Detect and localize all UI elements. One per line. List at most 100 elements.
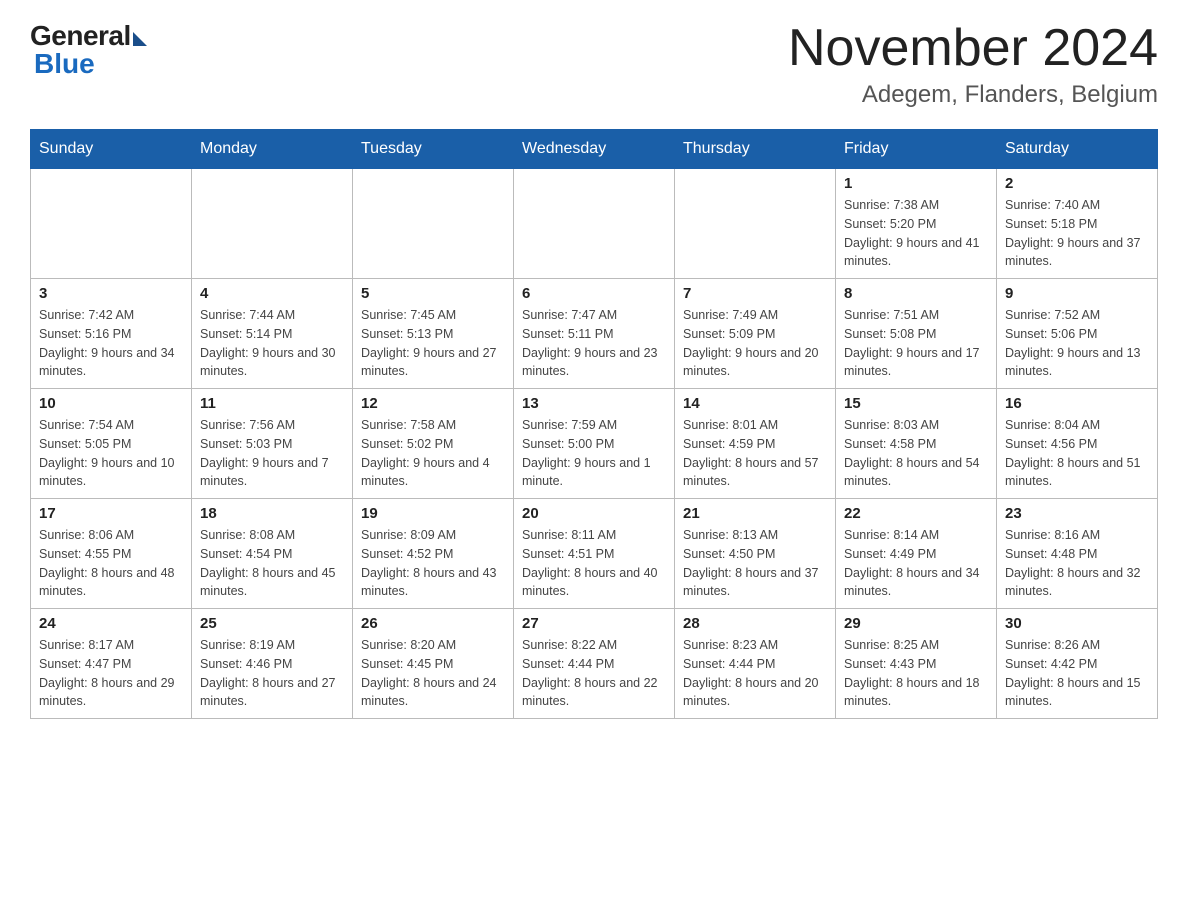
day-info: Sunrise: 8:20 AMSunset: 4:45 PMDaylight:… — [361, 636, 505, 711]
logo-blue-text: Blue — [34, 48, 95, 80]
calendar-cell: 18Sunrise: 8:08 AMSunset: 4:54 PMDayligh… — [192, 499, 353, 609]
day-info: Sunrise: 7:42 AMSunset: 5:16 PMDaylight:… — [39, 306, 183, 381]
day-info: Sunrise: 8:22 AMSunset: 4:44 PMDaylight:… — [522, 636, 666, 711]
day-number: 28 — [683, 615, 827, 632]
calendar-cell: 15 Sunrise: 8:03 AMSunset: 4:58 PMDayligh… — [836, 389, 997, 499]
day-info: Sunrise: 7:40 AMSunset: 5:18 PMDaylight:… — [1005, 196, 1149, 271]
day-info: Sunrise: 8:25 AMSunset: 4:43 PMDaylight:… — [844, 636, 988, 711]
calendar-cell: 6 Sunrise: 7:47 AMSunset: 5:11 PMDaylight… — [514, 279, 675, 389]
logo: General Blue — [30, 20, 147, 80]
day-number: 18 — [200, 505, 344, 522]
day-number: 13 — [522, 395, 666, 412]
week-row-4: 17 Sunrise: 8:06 AMSunset: 4:55 PMDayligh… — [31, 499, 1158, 609]
day-number: 26 — [361, 615, 505, 632]
page-header: General Blue November 2024 Adegem, Fland… — [30, 20, 1158, 109]
week-row-5: 24 Sunrise: 8:17 AMSunset: 4:47 PMDayligh… — [31, 609, 1158, 719]
day-number: 17 — [39, 505, 183, 522]
weekday-header-sunday: Sunday — [31, 130, 192, 169]
calendar-cell — [514, 169, 675, 279]
calendar-cell: 26 Sunrise: 8:20 AMSunset: 4:45 PMDayligh… — [353, 609, 514, 719]
calendar-cell: 20 Sunrise: 8:11 AMSunset: 4:51 PMDayligh… — [514, 499, 675, 609]
day-number: 10 — [39, 395, 183, 412]
calendar-cell: 25 Sunrise: 8:19 AMSunset: 4:46 PMDayligh… — [192, 609, 353, 719]
calendar-cell: 1 Sunrise: 7:38 AMSunset: 5:20 PMDaylight… — [836, 169, 997, 279]
calendar-cell — [192, 169, 353, 279]
day-info: Sunrise: 8:01 AMSunset: 4:59 PMDaylight:… — [683, 416, 827, 491]
calendar-cell: 13Sunrise: 7:59 AMSunset: 5:00 PMDayligh… — [514, 389, 675, 499]
day-number: 2 — [1005, 175, 1149, 192]
calendar-cell: 9 Sunrise: 7:52 AMSunset: 5:06 PMDaylight… — [997, 279, 1158, 389]
day-info: Sunrise: 8:06 AMSunset: 4:55 PMDaylight:… — [39, 526, 183, 601]
day-number: 12 — [361, 395, 505, 412]
logo-arrow-icon — [133, 32, 147, 46]
day-info: Sunrise: 8:16 AMSunset: 4:48 PMDaylight:… — [1005, 526, 1149, 601]
day-number: 1 — [844, 175, 988, 192]
month-title: November 2024 — [788, 20, 1158, 77]
day-info: Sunrise: 8:03 AMSunset: 4:58 PMDaylight:… — [844, 416, 988, 491]
calendar-cell: 24 Sunrise: 8:17 AMSunset: 4:47 PMDayligh… — [31, 609, 192, 719]
day-number: 7 — [683, 285, 827, 302]
day-number: 23 — [1005, 505, 1149, 522]
day-info: Sunrise: 7:47 AMSunset: 5:11 PMDaylight:… — [522, 306, 666, 381]
calendar-cell: 21 Sunrise: 8:13 AMSunset: 4:50 PMDayligh… — [675, 499, 836, 609]
day-info: Sunrise: 8:11 AMSunset: 4:51 PMDaylight:… — [522, 526, 666, 601]
day-number: 27 — [522, 615, 666, 632]
week-row-2: 3 Sunrise: 7:42 AMSunset: 5:16 PMDaylight… — [31, 279, 1158, 389]
day-info: Sunrise: 7:51 AMSunset: 5:08 PMDaylight:… — [844, 306, 988, 381]
calendar-cell — [31, 169, 192, 279]
day-number: 8 — [844, 285, 988, 302]
calendar-cell: 17 Sunrise: 8:06 AMSunset: 4:55 PMDayligh… — [31, 499, 192, 609]
day-info: Sunrise: 7:56 AMSunset: 5:03 PMDaylight:… — [200, 416, 344, 491]
calendar-table: SundayMondayTuesdayWednesdayThursdayFrid… — [30, 129, 1158, 719]
calendar-cell: 5 Sunrise: 7:45 AMSunset: 5:13 PMDaylight… — [353, 279, 514, 389]
calendar-cell: 2 Sunrise: 7:40 AMSunset: 5:18 PMDaylight… — [997, 169, 1158, 279]
weekday-header-monday: Monday — [192, 130, 353, 169]
day-info: Sunrise: 8:26 AMSunset: 4:42 PMDaylight:… — [1005, 636, 1149, 711]
weekday-header-saturday: Saturday — [997, 130, 1158, 169]
calendar-cell — [353, 169, 514, 279]
day-info: Sunrise: 8:13 AMSunset: 4:50 PMDaylight:… — [683, 526, 827, 601]
day-info: Sunrise: 8:17 AMSunset: 4:47 PMDaylight:… — [39, 636, 183, 711]
day-info: Sunrise: 7:52 AMSunset: 5:06 PMDaylight:… — [1005, 306, 1149, 381]
day-info: Sunrise: 7:45 AMSunset: 5:13 PMDaylight:… — [361, 306, 505, 381]
day-number: 16 — [1005, 395, 1149, 412]
day-number: 22 — [844, 505, 988, 522]
calendar-cell: 16 Sunrise: 8:04 AMSunset: 4:56 PMDayligh… — [997, 389, 1158, 499]
calendar-cell: 10 Sunrise: 7:54 AMSunset: 5:05 PMDayligh… — [31, 389, 192, 499]
calendar-cell: 23 Sunrise: 8:16 AMSunset: 4:48 PMDayligh… — [997, 499, 1158, 609]
day-info: Sunrise: 8:14 AMSunset: 4:49 PMDaylight:… — [844, 526, 988, 601]
day-number: 29 — [844, 615, 988, 632]
day-info: Sunrise: 8:04 AMSunset: 4:56 PMDaylight:… — [1005, 416, 1149, 491]
week-row-1: 1 Sunrise: 7:38 AMSunset: 5:20 PMDaylight… — [31, 169, 1158, 279]
day-info: Sunrise: 7:44 AMSunset: 5:14 PMDaylight:… — [200, 306, 344, 381]
day-number: 24 — [39, 615, 183, 632]
day-info: Sunrise: 8:19 AMSunset: 4:46 PMDaylight:… — [200, 636, 344, 711]
day-info: Sunrise: 7:49 AMSunset: 5:09 PMDaylight:… — [683, 306, 827, 381]
weekday-header-row: SundayMondayTuesdayWednesdayThursdayFrid… — [31, 130, 1158, 169]
day-number: 6 — [522, 285, 666, 302]
day-info: Sunrise: 7:54 AMSunset: 5:05 PMDaylight:… — [39, 416, 183, 491]
calendar-cell: 14Sunrise: 8:01 AMSunset: 4:59 PMDayligh… — [675, 389, 836, 499]
day-number: 15 — [844, 395, 988, 412]
title-section: November 2024 Adegem, Flanders, Belgium — [788, 20, 1158, 109]
day-number: 19 — [361, 505, 505, 522]
day-number: 20 — [522, 505, 666, 522]
weekday-header-tuesday: Tuesday — [353, 130, 514, 169]
calendar-cell — [675, 169, 836, 279]
location-text: Adegem, Flanders, Belgium — [788, 81, 1158, 109]
calendar-cell: 22 Sunrise: 8:14 AMSunset: 4:49 PMDayligh… — [836, 499, 997, 609]
weekday-header-friday: Friday — [836, 130, 997, 169]
calendar-cell: 30Sunrise: 8:26 AMSunset: 4:42 PMDayligh… — [997, 609, 1158, 719]
week-row-3: 10 Sunrise: 7:54 AMSunset: 5:05 PMDayligh… — [31, 389, 1158, 499]
day-number: 4 — [200, 285, 344, 302]
day-number: 3 — [39, 285, 183, 302]
day-info: Sunrise: 8:09 AMSunset: 4:52 PMDaylight:… — [361, 526, 505, 601]
calendar-cell: 12Sunrise: 7:58 AMSunset: 5:02 PMDayligh… — [353, 389, 514, 499]
calendar-cell: 3 Sunrise: 7:42 AMSunset: 5:16 PMDaylight… — [31, 279, 192, 389]
day-info: Sunrise: 7:38 AMSunset: 5:20 PMDaylight:… — [844, 196, 988, 271]
day-number: 25 — [200, 615, 344, 632]
calendar-cell: 28Sunrise: 8:23 AMSunset: 4:44 PMDayligh… — [675, 609, 836, 719]
day-number: 21 — [683, 505, 827, 522]
day-number: 9 — [1005, 285, 1149, 302]
day-number: 5 — [361, 285, 505, 302]
